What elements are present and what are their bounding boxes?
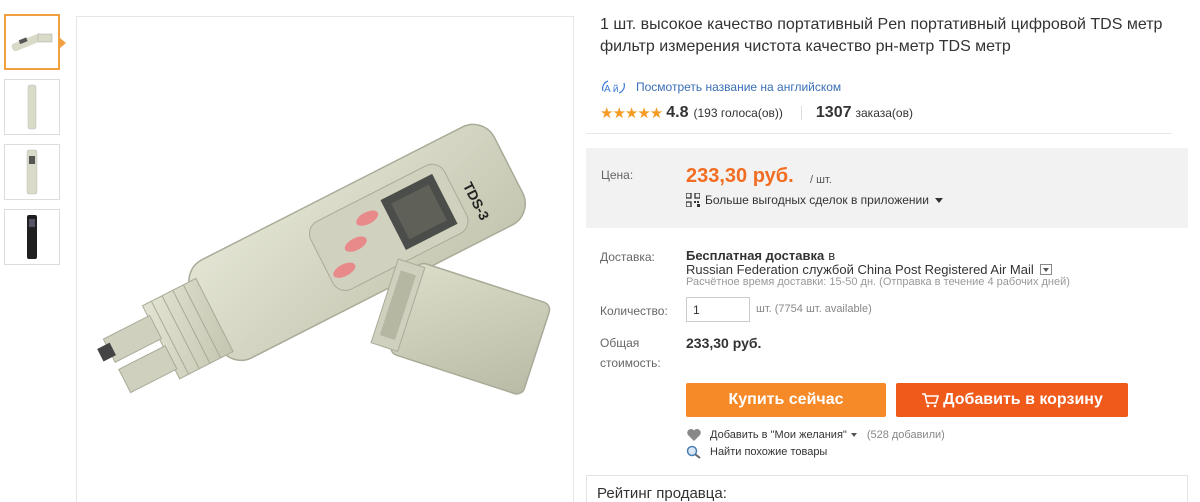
total-label-line1: Общая [600,336,640,350]
shipping-destination: Russian Federation службой China Post Re… [686,262,1034,277]
free-shipping-text: Бесплатная доставка [686,248,825,263]
thumbnail-3[interactable] [4,144,60,200]
shipping-label: Доставка: [600,250,655,264]
add-to-cart-label: Добавить в корзину [943,391,1103,408]
quantity-available: шт. (7754 шт. available) [756,303,872,315]
app-deals-link[interactable]: Больше выгодных сделок в приложении [686,193,943,207]
price-value: 233,30 руб. [686,165,794,187]
view-english-title-link[interactable]: Посмотреть название на английском [636,80,841,94]
total-value: 233,30 руб. [686,335,762,351]
shipping-destination-row: Russian Federation службой China Post Re… [686,262,1052,277]
translate-icon[interactable]: A й [600,78,628,96]
qr-code-icon [686,193,700,207]
seller-rating-box: Рейтинг продавца: [586,475,1188,502]
shipping-in-word: в [828,248,836,263]
add-to-cart-button[interactable]: Добавить в корзину [896,383,1128,417]
tds-meter-thumbnail-image [11,33,53,52]
price-label: Цена: [601,168,634,182]
heart-icon [687,429,701,441]
chevron-down-icon [934,197,943,203]
star-rating-icons: ★★★★★ [600,105,663,122]
main-product-image[interactable]: TDS-3 [76,16,574,502]
chevron-down-icon[interactable] [850,433,857,437]
tds-meter-black-thumbnail-image [27,215,37,259]
rating-votes[interactable]: (193 голоса(ов)) [694,106,783,120]
price-box: Цена: 233,30 руб. / шт. Больше выгодных … [586,148,1188,228]
divider [586,133,1172,134]
thumbnail-gallery [4,14,66,274]
rating-value: 4.8 [666,104,689,121]
divider [800,106,802,120]
tds-meter-product-photo: TDS-3 [97,123,551,395]
thumbnail-2[interactable] [4,79,60,135]
orders-count: 1307 [815,104,852,121]
wishlist-row[interactable]: Добавить в "Мои желания" (528 добавили) [686,428,945,442]
app-deals-label: Больше выгодных сделок в приложении [705,193,929,207]
search-icon [686,445,701,459]
orders-label: заказа(ов) [855,106,913,120]
thumbnail-1[interactable] [4,14,66,70]
wishlist-count: (528 добавили) [866,429,945,441]
price-unit: / шт. [810,174,832,186]
shipping-options-dropdown[interactable] [1039,264,1052,275]
seller-rating-title: Рейтинг продавца: [597,485,727,502]
tds-meter-thumbnail-image [26,149,38,195]
shipping-estimate: Расчётное время доставки: 15-50 дн. (Отп… [686,276,1070,288]
buy-now-button[interactable]: Купить сейчас [686,383,886,417]
quantity-input[interactable] [686,297,750,322]
add-to-wishlist-link[interactable]: Добавить в "Мои желания" [710,429,847,441]
find-similar-link[interactable]: Найти похожие товары [710,446,827,458]
translate-icon-label: A й [604,84,618,95]
quantity-label: Количество: [600,304,668,318]
product-title: 1 шт. высокое качество портативный Pen п… [600,16,1163,55]
total-label-line2: стоимость: [600,356,661,370]
cart-icon [922,393,940,408]
tds-meter-thumbnail-image [27,84,37,130]
rating-row: ★★★★★ 4.8 (193 голоса(ов)) 1307 заказа(о… [600,104,1192,122]
find-similar-row[interactable]: Найти похожие товары [686,445,827,459]
product-info: 1 шт. высокое качество портативный Pen п… [586,14,1192,134]
translate-row: A й Посмотреть название на английском [600,78,1192,96]
shipping-title: Бесплатная доставка в [686,248,835,263]
thumbnail-4[interactable] [4,209,60,265]
